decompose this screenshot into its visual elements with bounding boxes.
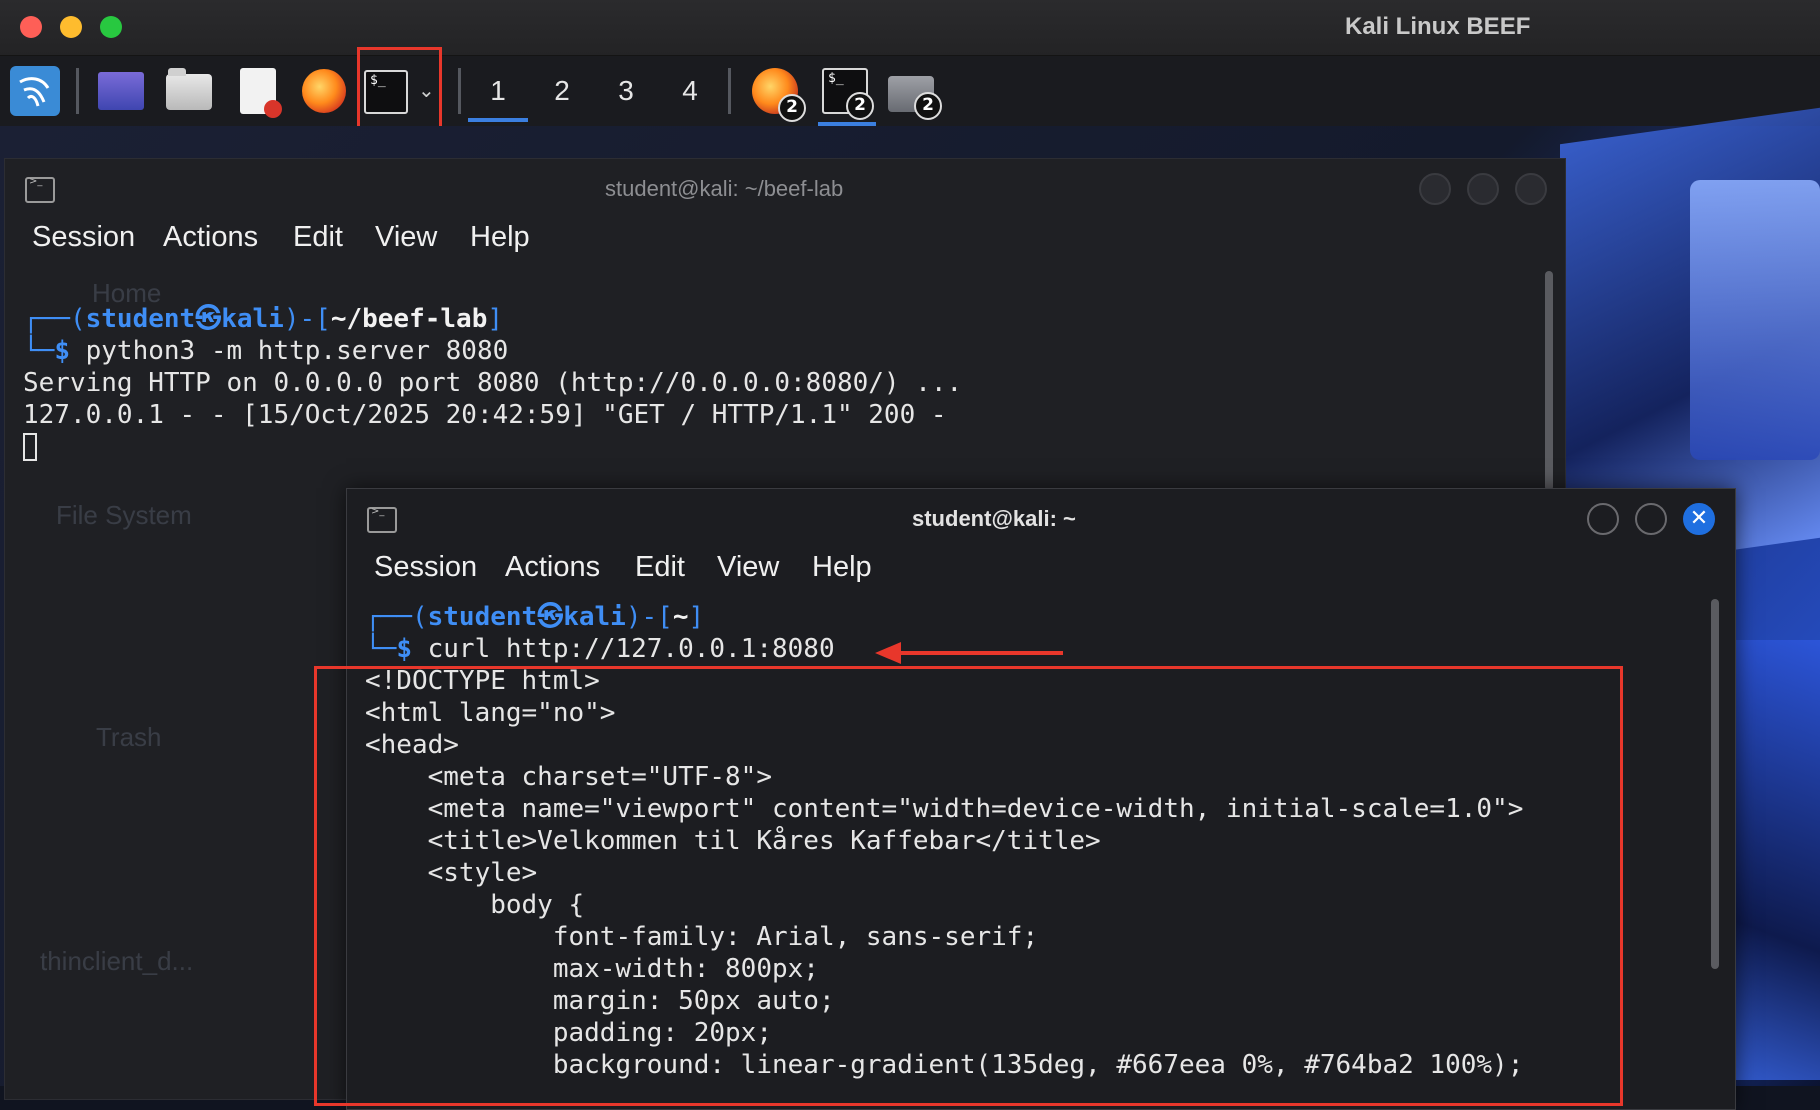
command-line: └─$ python3 -m http.server 8080 [23,336,509,366]
desktop-label-filesystem: File System [56,500,192,530]
mac-title-bar: Kali Linux BEEF [0,0,1820,56]
terminal-icon [25,176,55,203]
workspace-2[interactable]: 2 [532,70,592,118]
terminal-titlebar[interactable]: student@kali: ~/beef-lab [5,159,1565,217]
panel-separator [458,68,461,114]
output-line: 127.0.0.1 - - [15/Oct/2025 20:42:59] "GE… [23,400,947,430]
wallpaper-shape [1690,180,1820,460]
terminal-menubar: Session Actions Edit View Help [5,217,1565,265]
output-line: Serving HTTP on 0.0.0.0 port 8080 (http:… [23,368,963,398]
maximize-button[interactable] [1635,503,1667,535]
panel-separator [76,68,79,114]
minimize-window-button[interactable] [60,16,82,38]
maximize-button[interactable] [1467,173,1499,205]
menu-session[interactable]: Session [32,221,135,254]
scrollbar[interactable] [1545,271,1553,491]
close-button[interactable] [1515,173,1547,205]
terminal-output[interactable]: ┌──(student㉿kali)-[~/beef-lab] └─$ python… [23,303,962,463]
menu-view[interactable]: View [717,551,779,584]
kali-menu-icon[interactable] [10,66,60,116]
scrollbar[interactable] [1711,599,1719,969]
workspace-1[interactable]: 1 [468,70,528,122]
menu-edit[interactable]: Edit [293,221,343,254]
close-window-button[interactable] [20,16,42,38]
prompt-line: ┌──(student㉿kali)-[~/beef-lab] [23,304,504,334]
menu-actions[interactable]: Actions [505,551,600,584]
menu-session[interactable]: Session [374,551,477,584]
output-highlight-box [314,666,1623,1106]
window-count-badge: 2 [846,92,874,120]
menu-view[interactable]: View [375,221,437,254]
desktop-label-home: Home [92,278,162,308]
menu-help[interactable]: Help [470,221,530,254]
terminal-title: student@kali: ~/beef-lab [605,176,844,201]
terminal-title: student@kali: ~ [912,506,1076,531]
terminal-titlebar[interactable]: student@kali: ~ ✕ [347,489,1735,547]
menu-edit[interactable]: Edit [635,551,685,584]
terminal-task-icon[interactable]: $_ 2 [822,68,874,120]
text-editor-icon[interactable] [240,68,282,118]
window-count-badge: 2 [914,92,942,120]
text-cursor [23,433,37,461]
menu-help[interactable]: Help [812,551,872,584]
desktop-label-thinclient: thinclient_d... [40,946,194,976]
panel-separator [728,68,731,114]
workspace-3[interactable]: 3 [596,70,656,118]
firefox-icon[interactable] [302,69,346,113]
window-count-badge: 2 [778,94,806,122]
window-title: Kali Linux BEEF [1345,13,1531,40]
desktop-label-trash: Trash [96,722,162,752]
show-desktop-icon[interactable] [98,72,144,110]
prompt-line: ┌──(student㉿kali)-[~] [365,602,705,632]
kali-panel: $_ ⌄ 1 2 3 4 2 $_ 2 2 [0,56,1820,126]
annotation-arrow-icon [875,642,1063,664]
menu-actions[interactable]: Actions [163,221,258,254]
close-button[interactable]: ✕ [1683,503,1715,535]
zoom-window-button[interactable] [100,16,122,38]
firefox-task-icon[interactable]: 2 [752,68,806,122]
workspace-4[interactable]: 4 [660,70,720,118]
minimize-button[interactable] [1419,173,1451,205]
terminal-icon [367,506,397,533]
file-manager-icon[interactable] [166,68,212,110]
terminal-menubar: Session Actions Edit View Help [347,547,1735,595]
files-task-icon[interactable]: 2 [888,76,942,120]
minimize-button[interactable] [1587,503,1619,535]
launcher-highlight-box [357,47,442,132]
